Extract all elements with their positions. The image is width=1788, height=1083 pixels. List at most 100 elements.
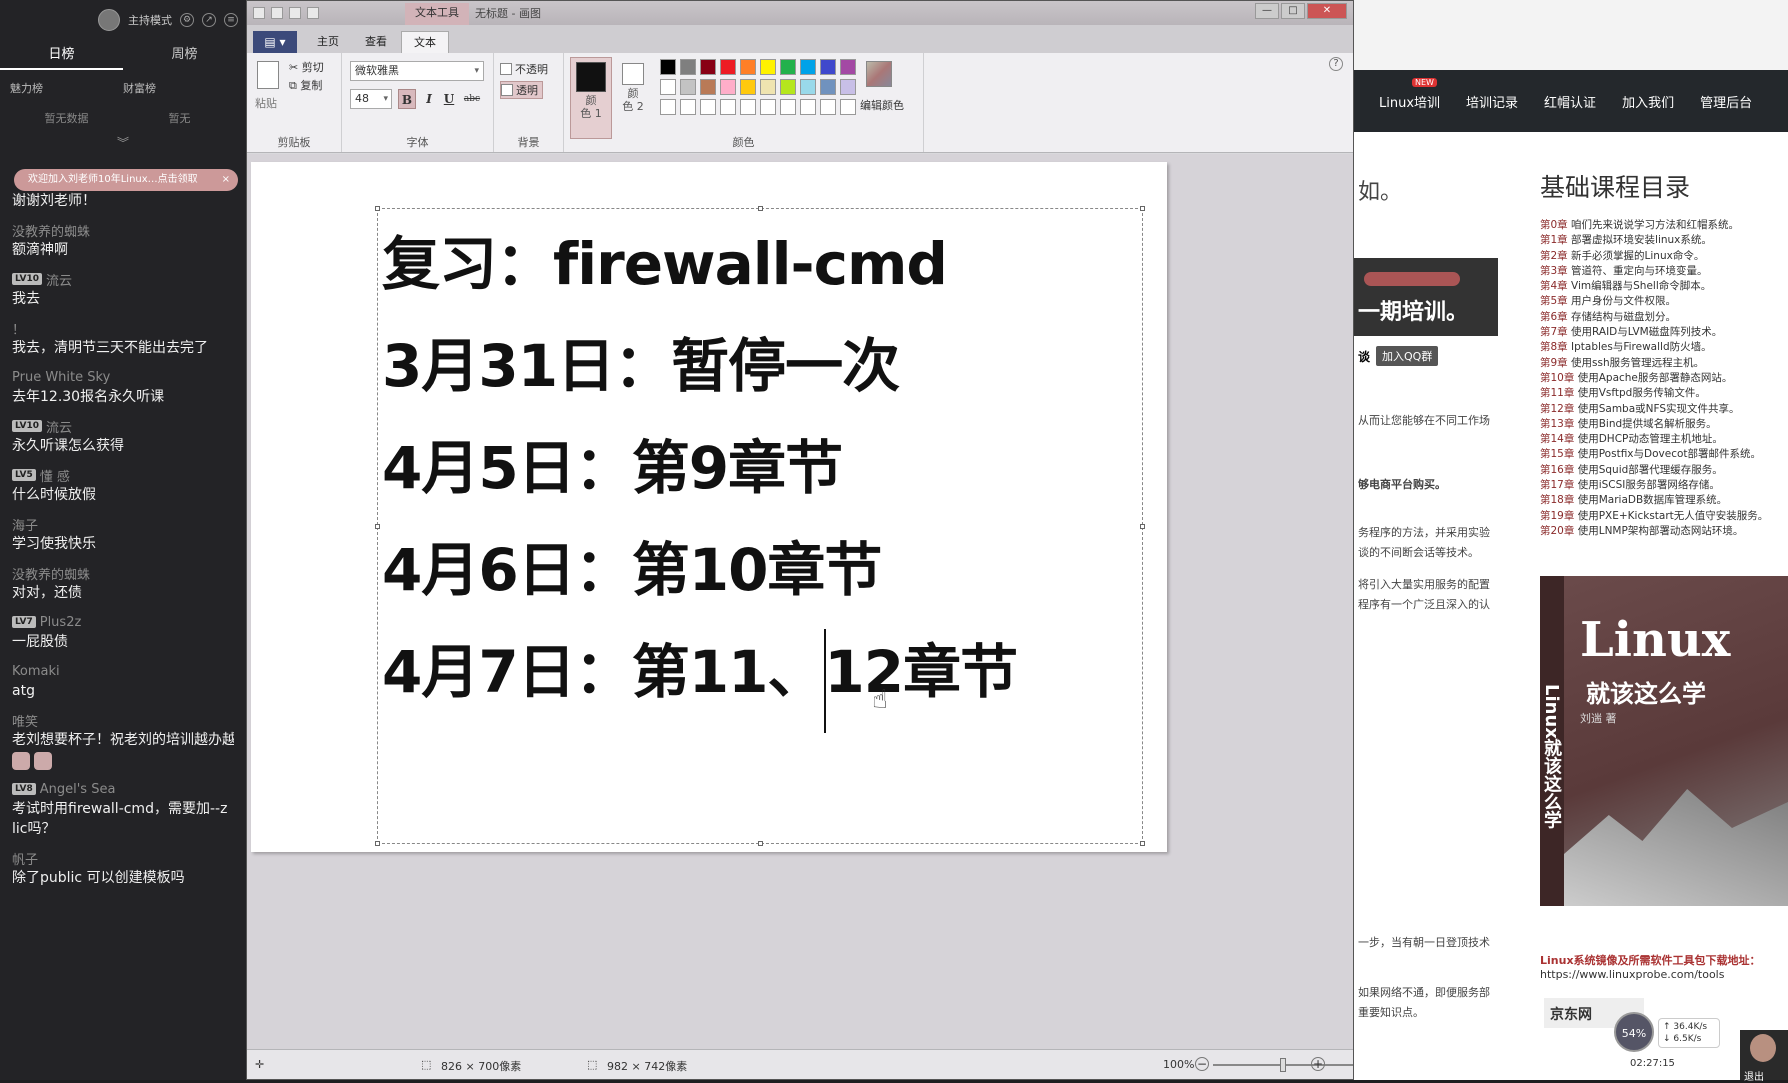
palette-swatch[interactable] xyxy=(700,59,716,75)
resize-handle[interactable] xyxy=(375,524,380,529)
underline-button[interactable]: U xyxy=(440,89,458,109)
palette-swatch[interactable] xyxy=(800,59,816,75)
wealth-rank-label[interactable]: 财富榜 xyxy=(123,80,236,102)
help-icon[interactable]: ? xyxy=(1329,57,1343,71)
maximize-button[interactable]: □ xyxy=(1281,3,1305,19)
toc-item[interactable]: 第17章 使用iSCSI服务部署网络存储。 xyxy=(1540,478,1788,493)
charm-rank-label[interactable]: 魅力榜 xyxy=(10,80,123,102)
palette-swatch[interactable] xyxy=(680,59,696,75)
message-author[interactable]: Prue White Sky xyxy=(12,367,234,387)
palette-swatch[interactable] xyxy=(660,99,676,115)
cut-button[interactable]: ✂ 剪切 xyxy=(289,59,324,75)
palette-swatch[interactable] xyxy=(660,59,676,75)
palette-swatch[interactable] xyxy=(740,59,756,75)
toc-item[interactable]: 第15章 使用Postfix与Dovecot部署邮件系统。 xyxy=(1540,447,1788,462)
minimize-button[interactable]: — xyxy=(1255,3,1279,19)
exit-label[interactable]: 退出 xyxy=(1744,1068,1764,1083)
toc-item[interactable]: 第12章 使用Samba或NFS实现文件共享。 xyxy=(1540,402,1788,417)
nav-training-records[interactable]: 培训记录 xyxy=(1453,92,1531,111)
tab-home[interactable]: 主页 xyxy=(305,31,351,53)
palette-swatch[interactable] xyxy=(840,99,856,115)
zoom-in-button[interactable]: + xyxy=(1311,1057,1325,1071)
palette-swatch[interactable] xyxy=(780,59,796,75)
palette-swatch[interactable] xyxy=(840,79,856,95)
toc-item[interactable]: 第13章 使用Bind提供域名解析服务。 xyxy=(1540,417,1788,432)
transparent-option[interactable]: 透明 xyxy=(500,81,543,99)
palette-swatch[interactable] xyxy=(720,79,736,95)
palette-swatch[interactable] xyxy=(700,99,716,115)
palette-swatch[interactable] xyxy=(780,99,796,115)
download-link[interactable]: https://www.linuxprobe.com/tools xyxy=(1540,968,1788,981)
message-author[interactable]: Komaki xyxy=(12,661,234,681)
color-2-button[interactable]: 颜 色 2 xyxy=(616,57,650,139)
toc-item[interactable]: 第19章 使用PXE+Kickstart无人值守安装服务。 xyxy=(1540,509,1788,524)
palette-swatch[interactable] xyxy=(840,59,856,75)
toc-item[interactable]: 第10章 使用Apache服务部署静态网站。 xyxy=(1540,371,1788,386)
resize-handle[interactable] xyxy=(1140,206,1145,211)
color-1-button[interactable]: 颜 色 1 xyxy=(570,57,612,139)
bold-button[interactable]: B xyxy=(398,89,416,109)
strikethrough-button[interactable]: abc xyxy=(460,89,484,109)
palette-swatch[interactable] xyxy=(720,99,736,115)
message-author[interactable]: ！ xyxy=(12,318,234,338)
file-menu-button[interactable]: ▤ ▾ xyxy=(253,31,297,53)
nav-admin[interactable]: 管理后台 xyxy=(1687,92,1765,111)
redo-icon[interactable] xyxy=(307,7,319,19)
message-author[interactable]: 唯笑 xyxy=(12,710,234,730)
undo-icon[interactable] xyxy=(289,7,301,19)
palette-swatch[interactable] xyxy=(760,59,776,75)
popout-icon[interactable]: ↗ xyxy=(202,13,216,27)
toc-item[interactable]: 第7章 使用RAID与LVM磁盘阵列技术。 xyxy=(1540,325,1788,340)
palette-swatch[interactable] xyxy=(800,79,816,95)
toc-item[interactable]: 第2章 新手必须掌握的Linux命令。 xyxy=(1540,249,1788,264)
message-author[interactable]: 帆子 xyxy=(12,848,234,868)
italic-button[interactable]: I xyxy=(420,89,438,109)
resize-handle[interactable] xyxy=(1140,841,1145,846)
close-button[interactable]: ✕ xyxy=(1307,3,1347,19)
join-qq-button[interactable]: 加入QQ群 xyxy=(1376,346,1439,366)
palette-swatch[interactable] xyxy=(780,79,796,95)
app-icon[interactable] xyxy=(253,7,265,19)
edit-colors-icon[interactable] xyxy=(866,61,892,87)
chat-notice-banner[interactable]: 欢迎加入刘老师10年Linux…点击领取 × xyxy=(14,169,238,191)
edit-colors-button[interactable]: 编辑颜色 xyxy=(860,97,920,113)
tab-daily-rank[interactable]: 日榜 xyxy=(0,40,123,70)
tab-text[interactable]: 文本 xyxy=(401,31,449,53)
resize-handle[interactable] xyxy=(375,206,380,211)
toc-item[interactable]: 第1章 部署虚拟环境安装linux系统。 xyxy=(1540,233,1788,248)
collapse-chevron-icon[interactable]: ︾ xyxy=(0,134,246,151)
palette-swatch[interactable] xyxy=(820,99,836,115)
toc-item[interactable]: 第16章 使用Squid部署代理缓存服务。 xyxy=(1540,463,1788,478)
palette-swatch[interactable] xyxy=(740,99,756,115)
network-monitor-widget[interactable]: 54% ↑ 36.4K/s ↓ 6.5K/s 02:27:15 xyxy=(1614,1012,1734,1069)
toc-item[interactable]: 第20章 使用LNMP架构部署动态网站环境。 xyxy=(1540,524,1788,539)
palette-swatch[interactable] xyxy=(800,99,816,115)
message-author[interactable]: LV10 流云 xyxy=(12,416,234,436)
book-cover-image[interactable]: Linux就该这么学 Linux 就该这么学 刘遄 著 xyxy=(1540,576,1788,906)
host-avatar[interactable] xyxy=(98,9,120,31)
message-author[interactable]: 没教养的蜘蛛 xyxy=(12,563,234,583)
paste-icon[interactable] xyxy=(257,61,279,89)
palette-swatch[interactable] xyxy=(760,79,776,95)
toc-item[interactable]: 第18章 使用MariaDB数据库管理系统。 xyxy=(1540,493,1788,508)
message-author[interactable]: LV10 流云 xyxy=(12,269,234,289)
font-family-select[interactable]: 微软雅黑 xyxy=(350,61,484,81)
palette-swatch[interactable] xyxy=(720,59,736,75)
more-icon[interactable]: ≡ xyxy=(224,13,238,27)
message-author[interactable]: 海子 xyxy=(12,514,234,534)
toc-item[interactable]: 第6章 存储结构与磁盘划分。 xyxy=(1540,310,1788,325)
paste-button[interactable]: 粘贴 xyxy=(255,95,277,111)
toc-item[interactable]: 第11章 使用Vsftpd服务传输文件。 xyxy=(1540,386,1788,401)
opaque-option[interactable]: 不透明 xyxy=(500,61,548,77)
message-author[interactable]: 没教养的蜘蛛 xyxy=(12,220,234,240)
close-icon[interactable]: × xyxy=(222,169,230,191)
resize-handle[interactable] xyxy=(375,841,380,846)
nav-redhat-cert[interactable]: 红帽认证 xyxy=(1531,92,1609,111)
message-author[interactable]: LV5 懂 感 xyxy=(12,465,234,485)
resize-handle[interactable] xyxy=(1140,524,1145,529)
zoom-slider-thumb[interactable] xyxy=(1280,1058,1286,1072)
drawing-canvas[interactable]: 复习：firewall-cmd 3月31日：暂停一次 4月5日：第9章节 4月6… xyxy=(251,162,1167,852)
zoom-out-button[interactable]: − xyxy=(1195,1057,1209,1071)
palette-swatch[interactable] xyxy=(820,59,836,75)
settings-icon[interactable]: ⚙ xyxy=(180,13,194,27)
